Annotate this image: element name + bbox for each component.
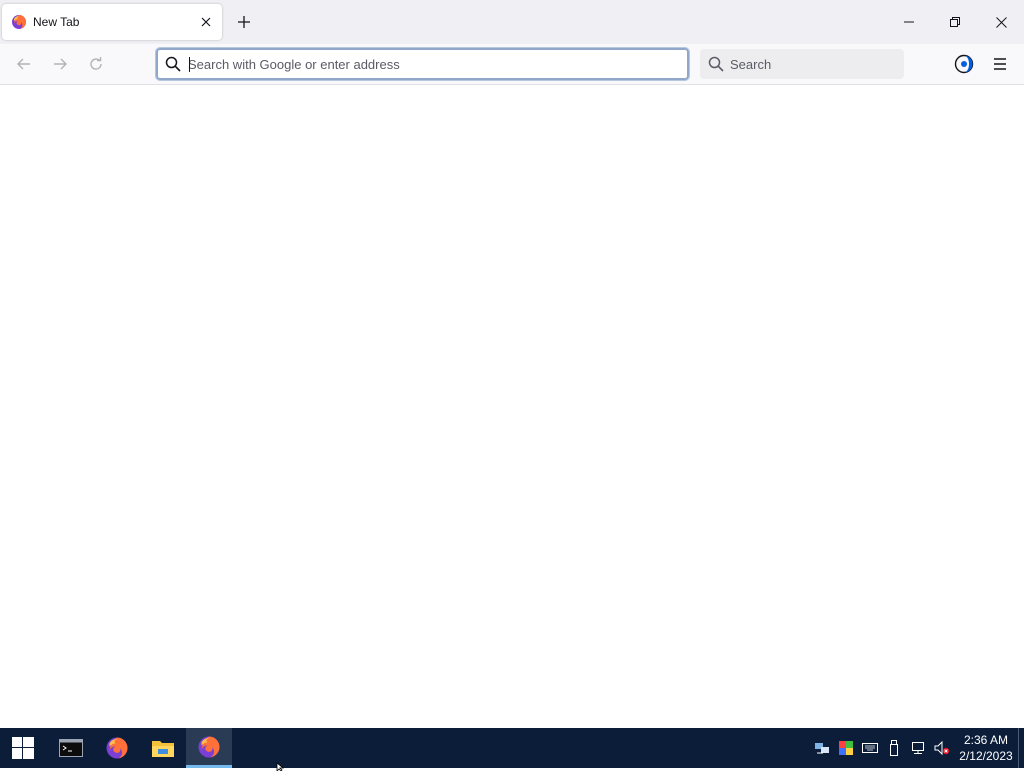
- tab-strip: New Tab: [0, 0, 1024, 44]
- firefox-icon[interactable]: [186, 728, 232, 768]
- mouse-cursor: [276, 760, 286, 772]
- arrow-right-icon[interactable]: [48, 52, 72, 76]
- address-bar[interactable]: [155, 47, 690, 81]
- usb-icon[interactable]: [886, 740, 902, 756]
- volume-muted-icon[interactable]: [934, 740, 950, 756]
- close-window-icon[interactable]: [978, 0, 1024, 44]
- plus-icon[interactable]: [234, 12, 254, 32]
- color-icon[interactable]: [838, 740, 854, 756]
- network-icon[interactable]: [910, 740, 926, 756]
- search-icon: [165, 56, 181, 72]
- account-icon[interactable]: [952, 52, 976, 76]
- command-prompt-icon[interactable]: [48, 728, 94, 768]
- network-sync-icon[interactable]: [814, 740, 830, 756]
- search-icon: [708, 56, 724, 72]
- windows-start-icon[interactable]: [0, 728, 46, 768]
- hamburger-menu-icon[interactable]: [988, 52, 1012, 76]
- arrow-left-icon[interactable]: [12, 52, 36, 76]
- keyboard-icon[interactable]: [862, 740, 878, 756]
- search-input[interactable]: [730, 56, 890, 72]
- close-icon[interactable]: [198, 14, 214, 30]
- page-content: [0, 85, 1024, 728]
- clock-time: 2:36 AM: [963, 733, 1009, 747]
- text-caret: [189, 57, 190, 72]
- search-bar[interactable]: [700, 49, 904, 79]
- reload-icon[interactable]: [84, 52, 108, 76]
- tab-title: New Tab: [33, 15, 80, 29]
- file-explorer-icon[interactable]: [140, 728, 186, 768]
- taskbar: 2:36 AM 2/12/2023: [0, 728, 1024, 768]
- restore-icon[interactable]: [932, 0, 978, 44]
- firefox-icon[interactable]: [94, 728, 140, 768]
- show-desktop-button[interactable]: [1018, 728, 1019, 768]
- tab-new-tab[interactable]: New Tab: [2, 4, 222, 40]
- clock-date: 2/12/2023: [959, 749, 1013, 763]
- address-input[interactable]: [188, 55, 678, 73]
- navigation-toolbar: [0, 44, 1024, 85]
- system-clock[interactable]: 2:36 AM 2/12/2023: [954, 732, 1018, 764]
- firefox-icon: [11, 14, 27, 30]
- minimize-icon[interactable]: [886, 0, 932, 44]
